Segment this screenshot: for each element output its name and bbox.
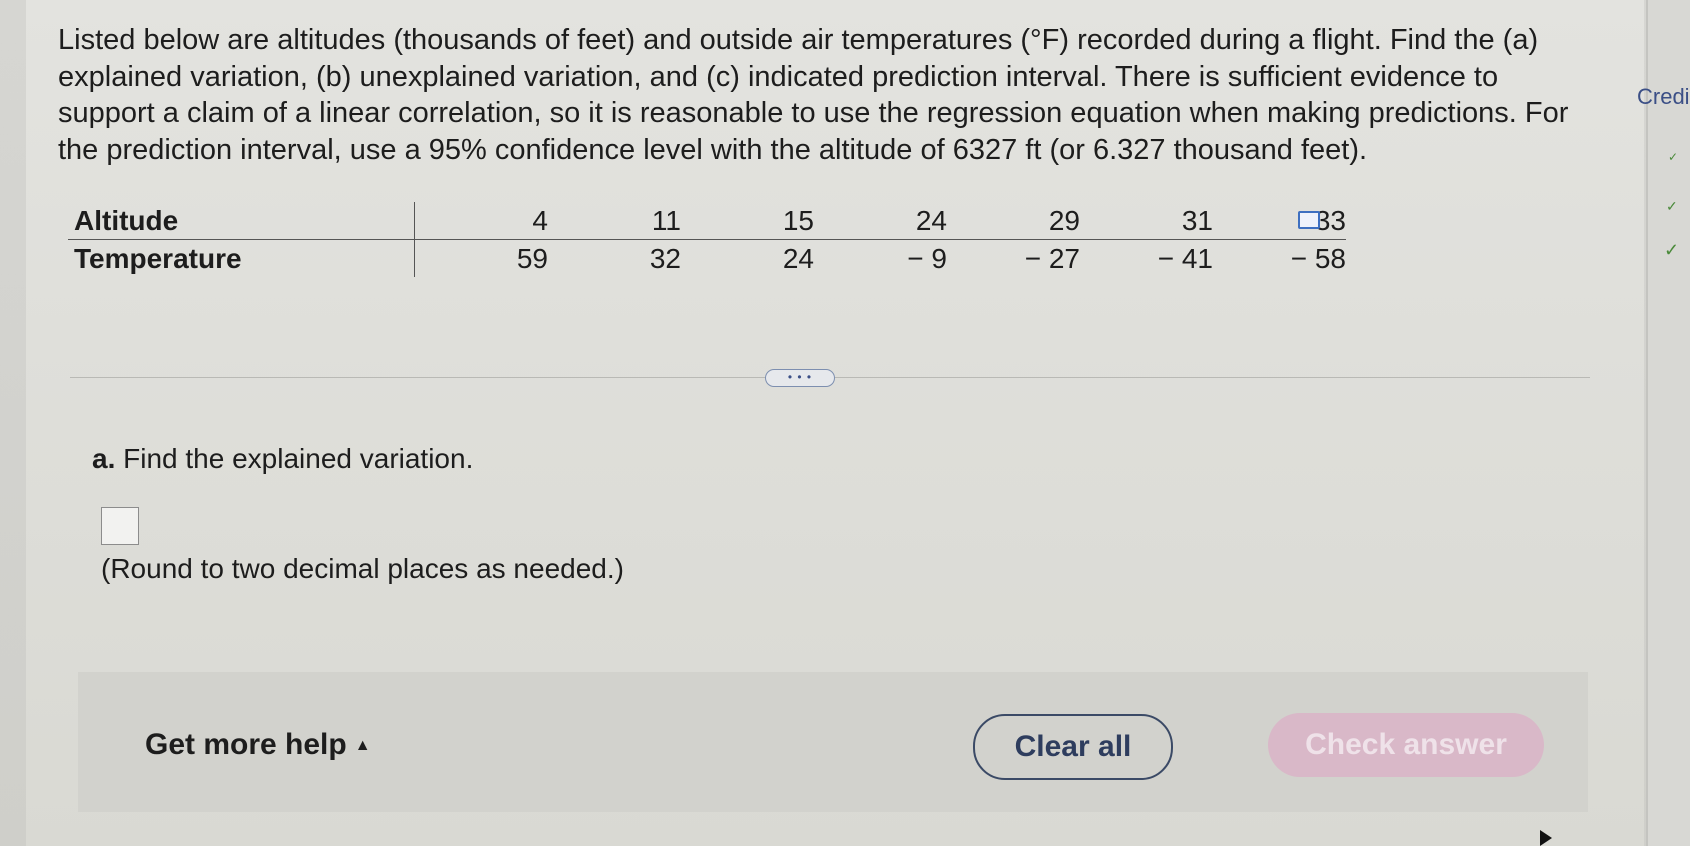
- check-answer-button[interactable]: Check answer: [1268, 713, 1544, 777]
- table-cell: 15: [681, 202, 814, 240]
- part-a-letter: a.: [92, 443, 116, 474]
- caret-up-icon: ▲: [354, 737, 371, 755]
- part-a-text: Find the explained variation.: [123, 443, 474, 474]
- table-row: Temperature 59 32 24 − 9 − 27 − 41 − 58: [68, 239, 1346, 277]
- get-more-help-button[interactable]: Get more help ▲: [145, 728, 371, 762]
- popout-table-icon[interactable]: [1298, 211, 1320, 229]
- rounding-note: (Round to two decimal places as needed.): [101, 553, 624, 584]
- check-icon: ✓: [1668, 150, 1679, 164]
- answer-input[interactable]: [101, 507, 139, 545]
- question-text: Listed below are altitudes (thousands of…: [58, 24, 1569, 166]
- data-table: Altitude 4 11 15 24 29 31 33 Temperature…: [68, 202, 1346, 277]
- help-label: Get more help: [145, 728, 347, 761]
- part-a-prompt: a. Find the explained variation.: [92, 443, 473, 475]
- cursor-arrow-icon: [1540, 830, 1552, 846]
- table-cell: 29: [947, 202, 1080, 240]
- table-cell: − 9: [907, 242, 947, 274]
- table-cell: 24: [814, 202, 947, 240]
- table-cell: − 27: [1024, 242, 1080, 274]
- check-icon: ✓: [1666, 198, 1678, 214]
- credit-label: Credi: [1637, 84, 1690, 109]
- row-label-altitude: Altitude: [68, 202, 415, 240]
- table-cell: 33: [1213, 202, 1346, 240]
- row-label-temperature: Temperature: [68, 239, 415, 277]
- table-cell: − 41: [1157, 242, 1213, 274]
- table-cell: 11: [548, 202, 681, 240]
- table-row: Altitude 4 11 15 24 29 31 33: [68, 202, 1346, 240]
- check-icon: ✓: [1664, 240, 1680, 260]
- table-cell: 24: [782, 242, 814, 274]
- right-sidebar: [1646, 0, 1690, 846]
- table-cell: 4: [414, 202, 548, 240]
- table-cell: 59: [516, 242, 548, 274]
- table-cell: 31: [1080, 202, 1213, 240]
- expand-more-button[interactable]: • • •: [765, 369, 835, 387]
- table-cell: 32: [649, 242, 681, 274]
- clear-all-button[interactable]: Clear all: [973, 714, 1173, 780]
- table-cell: − 58: [1290, 242, 1346, 274]
